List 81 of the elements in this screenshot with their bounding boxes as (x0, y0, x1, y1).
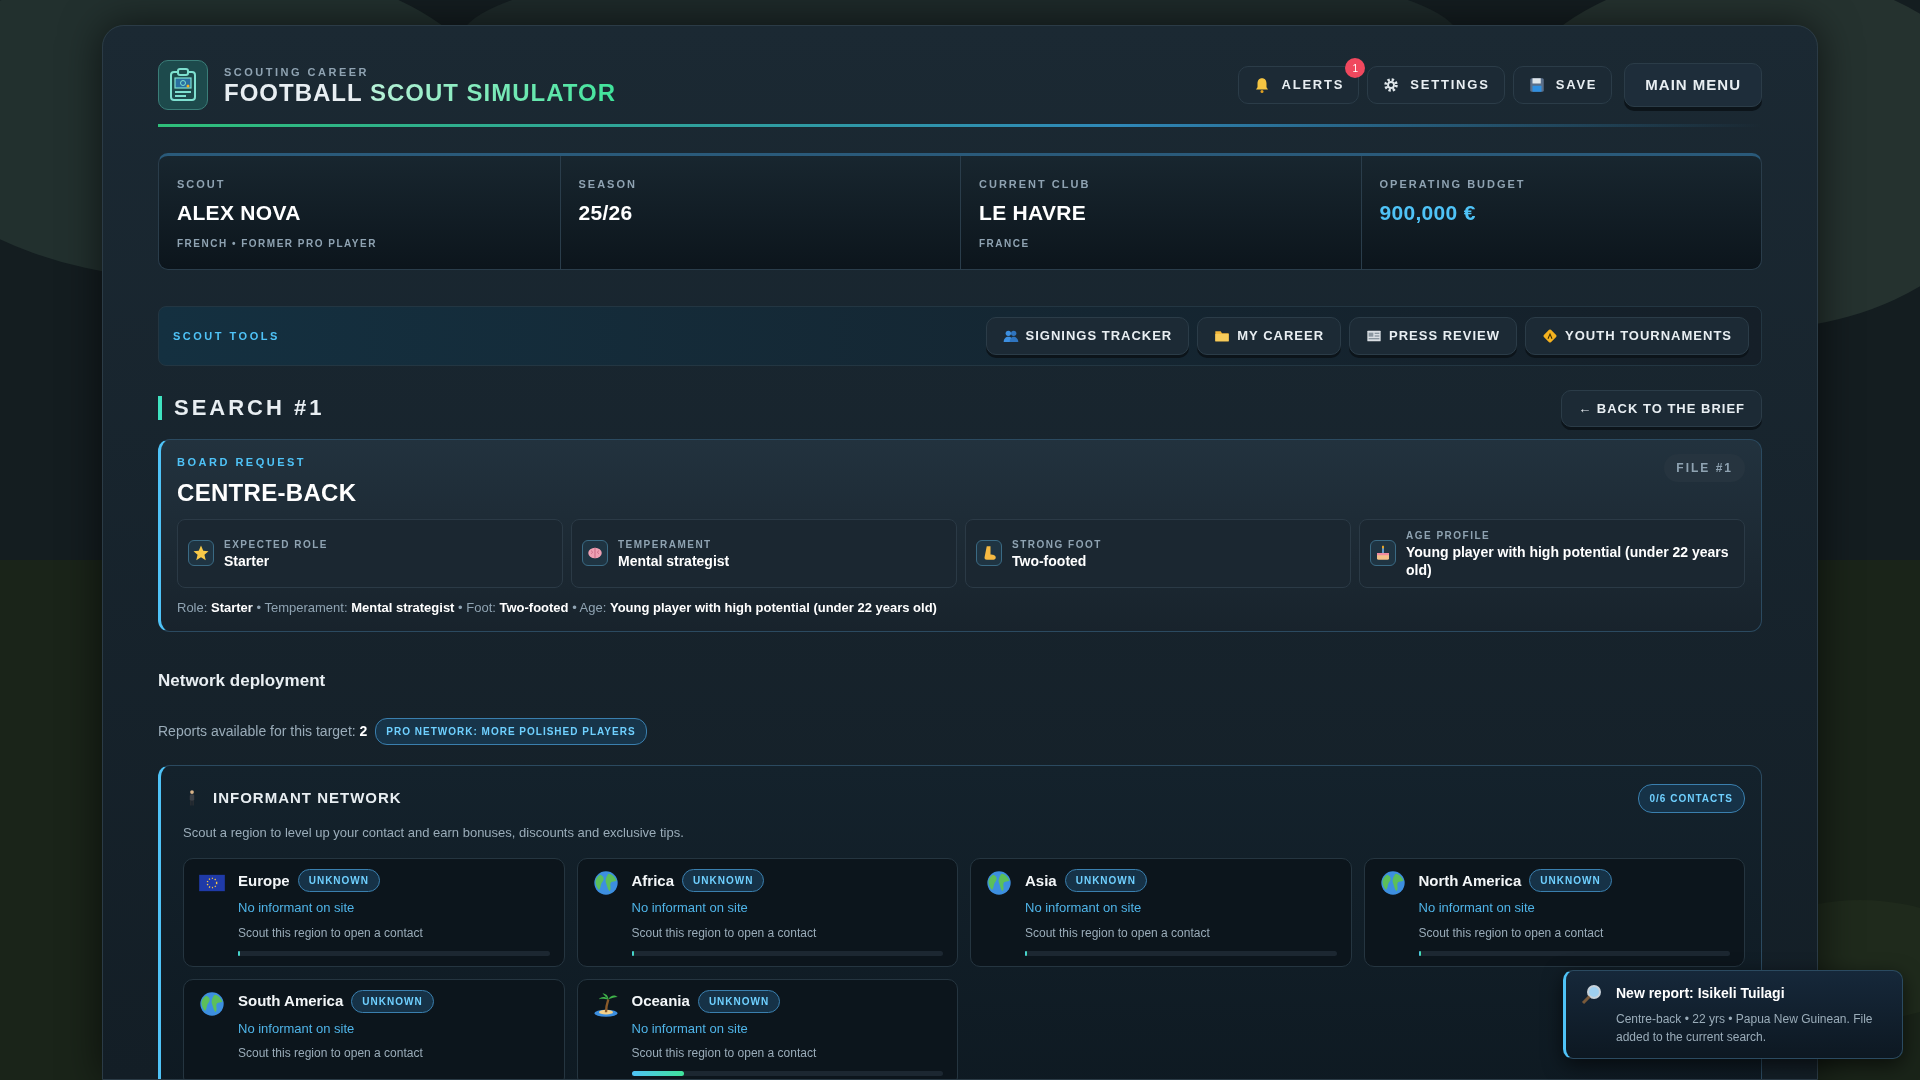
stat-detail: FRENCH • FORMER PRO PLAYER (177, 237, 378, 251)
region-hint: Scout this region to open a contact (238, 1045, 424, 1063)
main-menu-button[interactable]: MAIN MENU (1624, 62, 1762, 108)
stat-label: SCOUT (177, 177, 227, 192)
stat-value: 25/26 (578, 199, 634, 226)
status-tag: UNKNOWN (297, 869, 380, 893)
criterion-value: Mental strategist (618, 551, 730, 570)
informant-description: Scout a region to level up your contact and earn bonuses, discounts and exclusive tips. (183, 823, 685, 842)
region-hint: Scout this region to open a contact (631, 924, 818, 942)
stat-label: OPERATING BUDGET (1379, 177, 1527, 192)
toast-title: New report: Isikeli Tuilagi (1616, 984, 1786, 1003)
region-name: Europe (238, 870, 290, 891)
region-card[interactable]: South America UNKNOWN No informant on site Scout this region to open a contact (183, 978, 565, 1079)
informant-status: No informant on site (631, 899, 749, 918)
tool-button[interactable]: YOUTH TOURNAMENTS (1525, 317, 1749, 355)
toast-message: Centre-back • 22 yrs • Papua New Guinean. File added to the current search. (1616, 1011, 1874, 1046)
status-tag: UNKNOWN (682, 869, 765, 893)
informant-status: No informant on site (631, 1019, 749, 1038)
position-title: CENTRE-BACK (177, 477, 357, 508)
settings-button[interactable]: SETTINGS (1367, 66, 1505, 104)
region-name: Oceania (631, 991, 690, 1012)
region-card[interactable]: Europe UNKNOWN No informant on site Scout this region to open a contact (183, 858, 565, 967)
criterion-label: TEMPERAMENT (618, 537, 713, 552)
region-hint: Scout this region to open a contact (238, 924, 424, 942)
region-card[interactable]: Asia UNKNOWN No informant on site Scout this region to open a contact (970, 858, 1352, 967)
region-hint: Scout this region to open a contact (1025, 924, 1211, 942)
file-tag: FILE #1 (1664, 454, 1745, 482)
region-name: Africa (631, 870, 675, 891)
stat-value: ALEX NOVA (177, 199, 302, 226)
settings-icon (1382, 76, 1401, 94)
criterion-value: Two-footed (1012, 551, 1088, 570)
criterion-value: Starter (224, 551, 271, 570)
status-tag: UNKNOWN (697, 989, 781, 1013)
informant-status: No informant on site (1025, 899, 1143, 918)
informant-title: INFORMANT NETWORK (213, 788, 402, 809)
informant-status: No informant on site (1418, 899, 1536, 918)
tools-title: SCOUT TOOLS (173, 328, 280, 344)
reports-text: Reports available for this target: 2 (158, 721, 368, 741)
network-tag: PRO NETWORK: MORE POLISHED PLAYERS (375, 717, 647, 745)
logo-icon (158, 60, 208, 110)
region-name: Asia (1025, 870, 1057, 891)
globe-icon (1378, 869, 1407, 898)
tool-button[interactable]: MY CAREER (1197, 317, 1342, 355)
stat-label: SEASON (578, 177, 638, 192)
globe-icon (198, 989, 226, 1018)
back-button[interactable]: ← BACK TO THE BRIEF (1561, 389, 1762, 427)
stat-value: LE HAVRE (979, 199, 1088, 226)
section-heading: Network deployment (158, 670, 327, 693)
status-tag: UNKNOWN (1529, 869, 1612, 893)
notification-badge: 1 (1345, 58, 1366, 79)
stat-label: CURRENT CLUB (979, 177, 1092, 192)
section-title: SEARCH #1 (158, 396, 325, 421)
region-card[interactable]: Oceania UNKNOWN No informant on site Scout this region to open a contact (576, 978, 958, 1079)
region-hint: Scout this region to open a contact (631, 1045, 818, 1063)
region-card[interactable]: North America UNKNOWN No informant on site Scout this region to open a contact (1363, 858, 1745, 967)
globe-icon (591, 869, 620, 898)
brief-label: BOARD REQUEST (177, 455, 308, 470)
criterion-value: Young player with high potential (under 22 years old) (1406, 542, 1730, 579)
tool-button[interactable]: PRESS REVIEW (1349, 317, 1517, 355)
criterion-label: AGE PROFILE (1406, 528, 1492, 543)
stat-detail: FRANCE (979, 237, 1031, 251)
tool-button[interactable]: SIGNINGS TRACKER (985, 317, 1190, 355)
globe-icon (985, 869, 1013, 898)
status-tag: UNKNOWN (1064, 869, 1147, 893)
cake-icon (1374, 544, 1392, 563)
stat-value: 900,000 € (1379, 199, 1477, 226)
criterion-label: EXPECTED ROLE (224, 537, 328, 552)
magnifier-icon (1580, 983, 1604, 1007)
region-name: North America (1418, 870, 1522, 891)
informant-status: No informant on site (238, 899, 356, 918)
criterion-label: STRONG FOOT (1012, 537, 1102, 552)
region-name: South America (238, 991, 344, 1012)
star-icon (192, 544, 210, 563)
brief-summary: Role: Starter • Temperament: Mental strategist • Foot: Two-footed • Age: Young player with high potential (under 22 years old) (177, 598, 938, 617)
informant-status: No informant on site (238, 1019, 356, 1038)
save-button[interactable]: SAVE (1512, 66, 1613, 104)
contacts-count: 0/6 CONTACTS (1637, 783, 1745, 813)
region-card[interactable]: Africa UNKNOWN No informant on site Scout this region to open a contact (576, 858, 958, 967)
region-hint: Scout this region to open a contact (1418, 924, 1605, 942)
status-tag: UNKNOWN (351, 989, 434, 1013)
app-subtitle: SCOUTING CAREER (224, 64, 371, 80)
